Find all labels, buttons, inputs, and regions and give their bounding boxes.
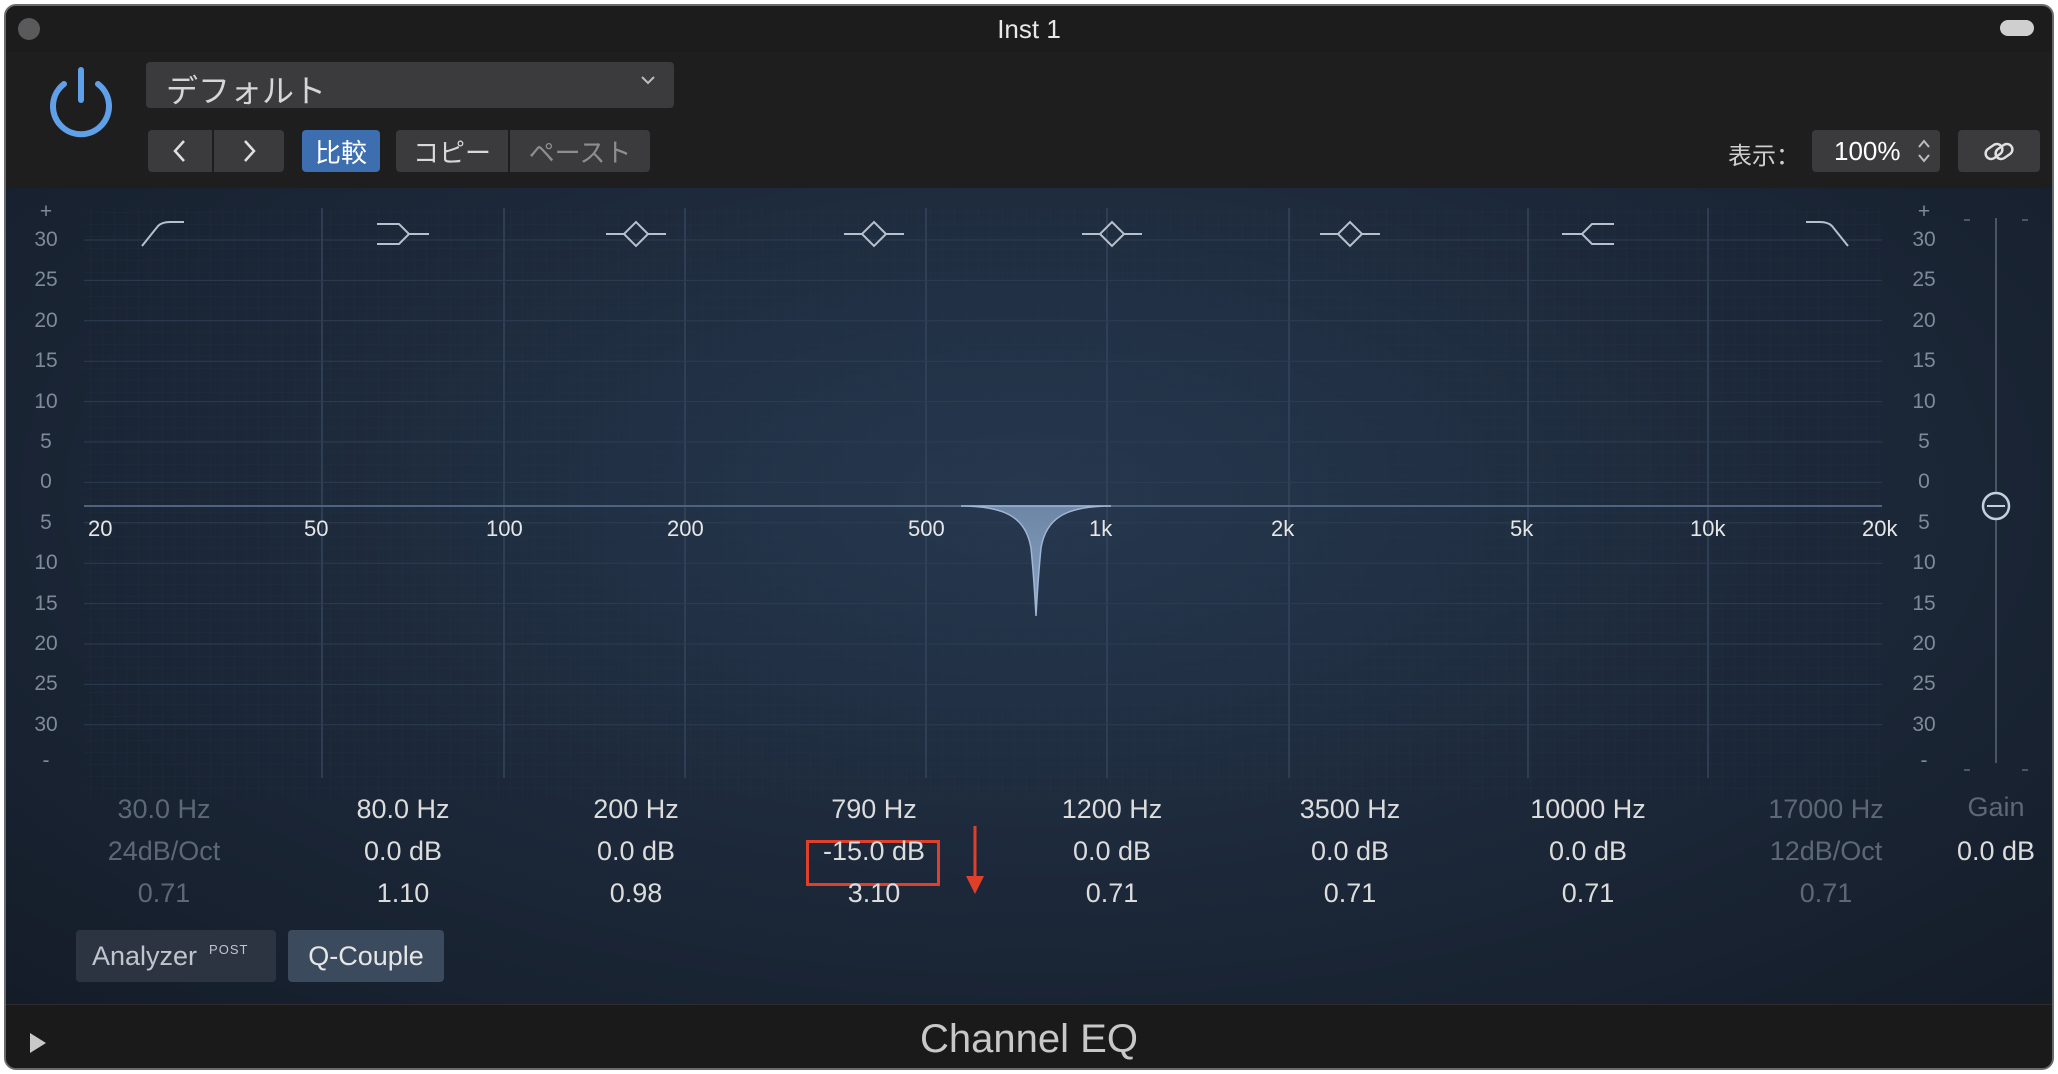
- next-preset-button[interactable]: [214, 130, 284, 172]
- chevron-down-icon: [641, 76, 655, 85]
- right-db-label: 10: [1912, 389, 1936, 413]
- right-db-label: 20: [1912, 632, 1936, 655]
- previous-preset-button[interactable]: [148, 130, 212, 172]
- freq-axis-label: 20k: [1862, 516, 1898, 541]
- footer-bar: Channel EQ: [6, 1004, 2052, 1068]
- preset-dropdown[interactable]: デフォルト: [146, 62, 674, 109]
- left-db-label: 25: [34, 268, 58, 292]
- collapse-button[interactable]: [2000, 20, 2034, 36]
- freq-axis-label: 2k: [1271, 516, 1295, 541]
- left-db-label: 0: [40, 470, 52, 494]
- band-3-gain[interactable]: 0.0 dB: [536, 836, 736, 867]
- freq-axis-label: 200: [667, 516, 704, 541]
- copy-button[interactable]: コピー: [396, 130, 508, 172]
- left-db-label: 20: [34, 308, 58, 332]
- band-6-q[interactable]: 0.71: [1250, 878, 1450, 909]
- power-icon[interactable]: [42, 64, 120, 142]
- freq-axis-label: 500: [908, 516, 945, 541]
- left-db-label: 10: [34, 389, 58, 413]
- left-db-label: 15: [34, 349, 58, 373]
- plugin-window: Inst 1 デフォルト 比較 コピー ペースト 表示： 100% Analyz…: [4, 4, 2054, 1070]
- band-7-freq[interactable]: 10000 Hz: [1488, 794, 1688, 825]
- right-db-label: 25: [1912, 672, 1936, 696]
- band-1-gain[interactable]: 24dB/Oct: [64, 836, 264, 867]
- q-couple-button[interactable]: Q-Couple: [288, 930, 444, 982]
- right-db-label: 30: [1912, 712, 1936, 736]
- band-3-freq[interactable]: 200 Hz: [536, 794, 736, 825]
- band-2-gain[interactable]: 0.0 dB: [303, 836, 503, 867]
- paste-button[interactable]: ペースト: [510, 130, 650, 172]
- freq-axis-label: 10k: [1690, 516, 1726, 541]
- right-db-label: 15: [1912, 591, 1936, 615]
- zoom-value: 100%: [1834, 136, 1901, 166]
- freq-axis-label: 5k: [1510, 516, 1534, 541]
- analyzer-label: Analyzer: [92, 940, 198, 971]
- band-1-q[interactable]: 0.71: [64, 878, 264, 909]
- left-db-minus: -: [42, 749, 50, 773]
- left-db-label: 20: [34, 632, 58, 655]
- left-db-label: 15: [34, 591, 58, 615]
- band-4-q[interactable]: 3.10: [774, 878, 974, 909]
- band-6-gain[interactable]: 0.0 dB: [1250, 836, 1450, 867]
- eq-panel: Analyzer POST Q-Couple +30 25 20 15 10 5 0 5 10 1…: [6, 188, 2052, 1004]
- right-db-label: 30: [1912, 228, 1936, 251]
- freq-axis-label: 50: [304, 516, 329, 541]
- left-db-label: 5: [40, 430, 52, 453]
- output-gain-value[interactable]: 0.0 dB: [1896, 836, 2052, 867]
- freq-axis-label: 100: [486, 516, 523, 541]
- right-db-label: 15: [1912, 349, 1936, 373]
- band-4-freq[interactable]: 790 Hz: [774, 794, 974, 825]
- eq-graph[interactable]: [6, 188, 2052, 808]
- view-label: 表示：: [1728, 143, 1800, 170]
- band-2-freq[interactable]: 80.0 Hz: [303, 794, 503, 825]
- plugin-name: Channel EQ: [920, 1017, 1138, 1061]
- right-db-label: 20: [1912, 308, 1936, 332]
- right-db-minus: -: [1920, 749, 1928, 773]
- left-db-label: 25: [34, 672, 58, 696]
- chevron-left-icon: [173, 140, 185, 162]
- band-4-gain[interactable]: -15.0 dB: [774, 836, 974, 867]
- right-db-label: 10: [1912, 551, 1936, 575]
- freq-axis-label: 1k: [1089, 516, 1113, 541]
- link-button[interactable]: [1958, 130, 2040, 172]
- right-db-label: 0: [1918, 470, 1930, 494]
- link-icon: [1984, 142, 2014, 161]
- band-7-q[interactable]: 0.71: [1488, 878, 1688, 909]
- freq-axis-label: 20: [88, 516, 113, 541]
- window-title: Inst 1: [997, 14, 1061, 44]
- left-db-label: 5: [40, 510, 52, 534]
- band-3-q[interactable]: 0.98: [536, 878, 736, 909]
- chevron-right-icon: [244, 140, 256, 162]
- left-db-label: 10: [34, 551, 58, 575]
- band-5-freq[interactable]: 1200 Hz: [1012, 794, 1212, 825]
- band-1-freq[interactable]: 30.0 Hz: [64, 794, 264, 825]
- band-6-freq[interactable]: 3500 Hz: [1250, 794, 1450, 825]
- updown-arrows-icon: [1918, 139, 1930, 163]
- title-bar: Inst 1: [6, 6, 2052, 52]
- output-gain-label: Gain: [1967, 792, 2025, 822]
- left-db-label: 30: [34, 712, 58, 736]
- right-db-plus: +: [1917, 200, 1931, 223]
- right-db-label: 5: [1918, 430, 1930, 453]
- right-db-label: 5: [1918, 510, 1930, 534]
- left-db-plus: +: [39, 200, 53, 223]
- band-2-q[interactable]: 1.10: [303, 878, 503, 909]
- band-8-q[interactable]: 0.71: [1726, 878, 1926, 909]
- band-5-gain[interactable]: 0.0 dB: [1012, 836, 1212, 867]
- band-7-gain[interactable]: 0.0 dB: [1488, 836, 1688, 867]
- analyzer-button[interactable]: Analyzer POST: [76, 930, 276, 982]
- right-db-label: 25: [1912, 268, 1936, 292]
- band-5-q[interactable]: 0.71: [1012, 878, 1212, 909]
- zoom-select[interactable]: 100%: [1812, 130, 1940, 172]
- analyzer-post-badge: POST: [209, 941, 249, 957]
- preset-name: デフォルト: [166, 73, 327, 109]
- left-db-label: 30: [34, 228, 58, 251]
- compare-button[interactable]: 比較: [302, 130, 380, 172]
